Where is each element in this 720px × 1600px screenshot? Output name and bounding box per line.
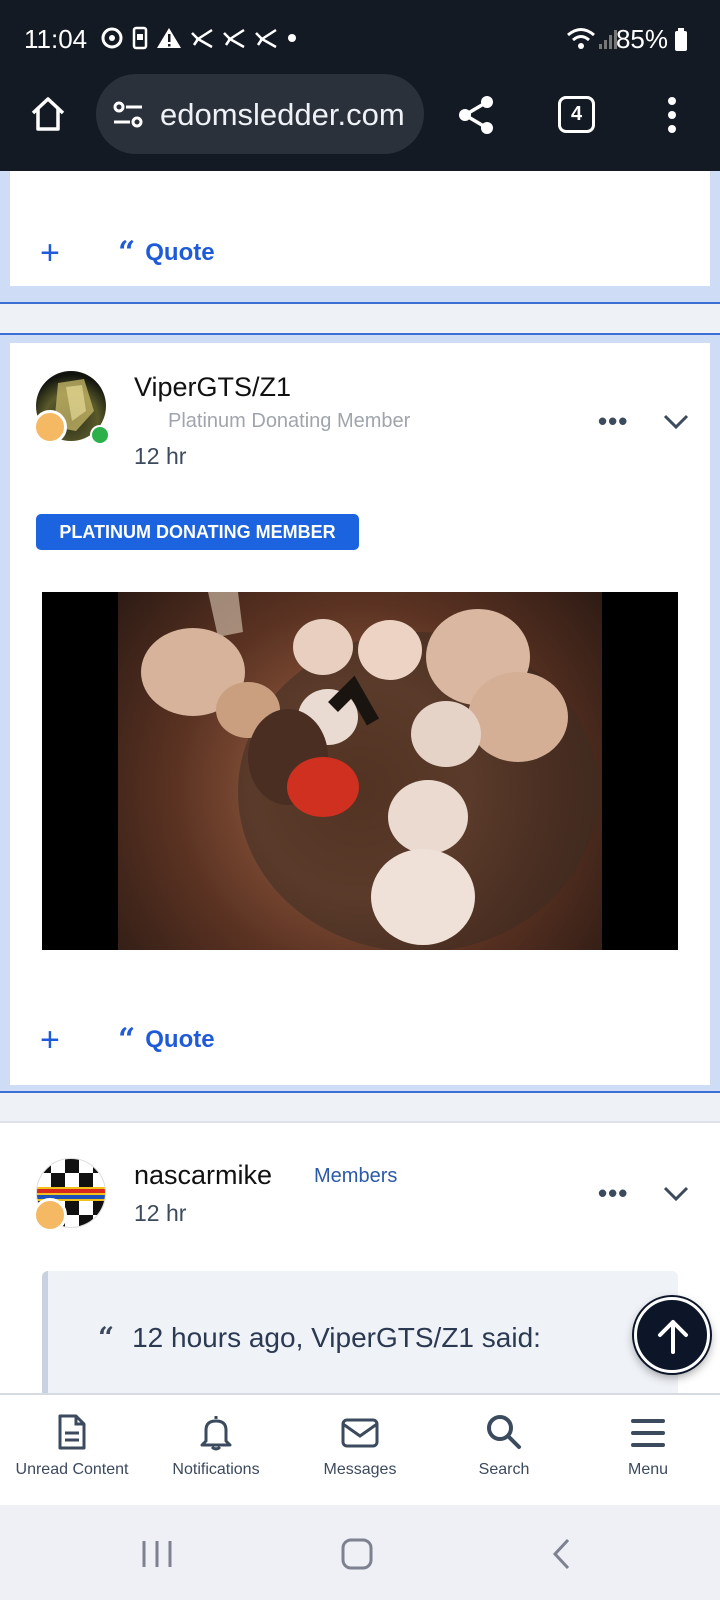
embedded-video[interactable] [42, 592, 678, 950]
video-frame [118, 592, 602, 950]
quote-label: Quote [145, 1026, 215, 1053]
quote-label: Quote [145, 239, 215, 266]
tab-switcher-button[interactable]: 4 [558, 96, 595, 133]
envelope-icon [341, 1418, 379, 1448]
back-icon[interactable] [550, 1537, 572, 1571]
add-reaction-button[interactable]: + [40, 1021, 60, 1060]
app-bird-icon [255, 28, 277, 49]
battery-icon [675, 27, 687, 51]
scroll-to-top-button[interactable] [634, 1297, 710, 1373]
chevron-down-icon[interactable] [662, 1180, 690, 1208]
warning-icon [157, 28, 181, 48]
url-text[interactable]: edomsledder.com [160, 97, 405, 133]
battery-percent: 85% [615, 24, 668, 54]
battery-status: 85% [616, 24, 688, 55]
status-notification-icons [100, 26, 298, 50]
drum-kit-image [141, 592, 598, 950]
nav-label: Unread Content [15, 1461, 129, 1478]
nav-notifications[interactable]: Notifications [144, 1395, 288, 1505]
member-group-badge: PLATINUM DONATING MEMBER [36, 514, 359, 550]
nav-label: Menu [627, 1461, 669, 1478]
nav-menu[interactable]: Menu [576, 1395, 720, 1505]
menu-icon [631, 1419, 665, 1447]
app-bird-icon [191, 28, 213, 49]
post-options-icon[interactable]: ••• [598, 1178, 628, 1209]
nav-unread-content[interactable]: Unread Content [0, 1395, 144, 1505]
arrow-up-icon [658, 1320, 688, 1354]
quote-icon: “ [118, 1022, 136, 1057]
post-time[interactable]: 12 hr [134, 1200, 186, 1227]
wifi-icon [567, 28, 595, 49]
tab-count: 4 [570, 103, 583, 125]
bell-icon [200, 1416, 232, 1451]
quote-button[interactable]: “ Quote [118, 1025, 215, 1055]
post-time[interactable]: 12 hr [134, 443, 186, 470]
quote-icon: “ [98, 1321, 115, 1354]
post-card [10, 171, 710, 286]
nav-messages[interactable]: Messages [288, 1395, 432, 1505]
post-user-group: Members [314, 1165, 398, 1187]
system-navigation-bar [0, 1505, 720, 1600]
bottom-navigation: Unread Content Notifications Messages Se… [0, 1393, 720, 1505]
recent-apps-icon[interactable] [140, 1539, 174, 1569]
nav-label: Search [478, 1461, 530, 1478]
add-reaction-button[interactable]: + [40, 234, 60, 273]
post-username[interactable]: nascarmike [134, 1160, 272, 1191]
status-time: 11:04 [24, 24, 88, 54]
quote-button[interactable]: “ Quote [118, 238, 215, 268]
post-options-icon[interactable]: ••• [598, 406, 628, 437]
post-username[interactable]: ViperGTS/Z1 [134, 372, 291, 403]
home-icon[interactable] [28, 94, 68, 134]
post-user-rank: Platinum Donating Member [168, 410, 411, 432]
status-bar: 11:04 85% [0, 0, 720, 80]
quote-icon: “ [118, 235, 136, 270]
quote-header-text: 12 hours ago, ViperGTS/Z1 said: [132, 1322, 541, 1353]
rank-badge-icon [33, 410, 67, 444]
home-button-icon[interactable] [340, 1537, 374, 1571]
rank-badge-icon [33, 1198, 67, 1232]
nav-label: Messages [323, 1461, 397, 1478]
overflow-menu-icon[interactable] [662, 96, 682, 134]
search-icon [487, 1415, 521, 1449]
sim-icon [132, 26, 148, 50]
share-icon[interactable] [456, 94, 496, 136]
site-settings-icon[interactable] [112, 100, 144, 130]
forum-post [0, 171, 720, 304]
app-bird-icon [223, 28, 245, 49]
circle-notification-icon [101, 27, 123, 49]
online-status-indicator [90, 425, 110, 445]
more-notifications-dot-icon [288, 34, 296, 42]
quote-header[interactable]: “ 12 hours ago, ViperGTS/Z1 said: [98, 1321, 541, 1354]
member-group-badge-label: PLATINUM DONATING MEMBER [59, 521, 336, 542]
document-icon [58, 1414, 86, 1450]
nav-label: Notifications [172, 1461, 260, 1478]
chevron-down-icon[interactable] [662, 408, 690, 436]
nav-search[interactable]: Search [432, 1395, 576, 1505]
